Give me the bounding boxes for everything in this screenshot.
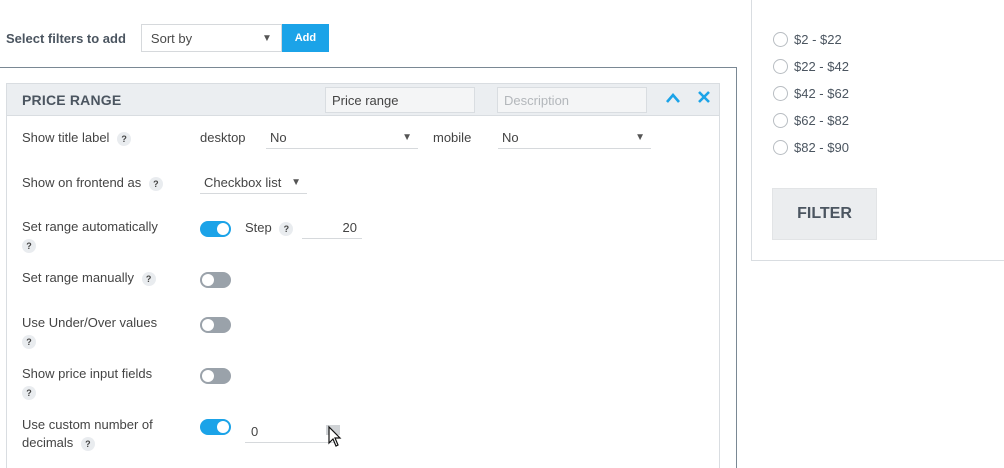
frontend-type-select[interactable]: Checkbox list ▼ bbox=[200, 172, 307, 194]
filter-button[interactable]: FILTER bbox=[772, 188, 877, 240]
panel-header: PRICE RANGE Price range Description bbox=[7, 84, 719, 116]
show-title-label-row: Show title label ? bbox=[22, 129, 132, 147]
frontend-type-value: Checkbox list bbox=[204, 175, 282, 190]
price-option-4[interactable]: $62 - $82 bbox=[773, 113, 849, 128]
help-icon[interactable]: ? bbox=[117, 131, 132, 146]
custom-decimals-toggle[interactable] bbox=[200, 419, 231, 435]
desktop-select[interactable]: No ▼ bbox=[266, 127, 418, 149]
price-option-label: $22 - $42 bbox=[794, 59, 849, 74]
select-filters-label: Select filters to add bbox=[6, 30, 126, 46]
description-input[interactable]: Description bbox=[497, 87, 647, 113]
price-option-label: $2 - $22 bbox=[794, 32, 842, 47]
price-option-label: $82 - $90 bbox=[794, 140, 849, 155]
price-range-panel: PRICE RANGE Price range Description Show… bbox=[6, 83, 720, 468]
use-under-over-text: Use Under/Over values bbox=[22, 315, 158, 330]
help-icon[interactable]: ? bbox=[22, 385, 36, 400]
mobile-label: mobile bbox=[433, 130, 472, 145]
mouse-cursor-icon bbox=[326, 425, 342, 450]
step-input[interactable]: 20 bbox=[302, 217, 362, 239]
show-price-inputs-row: Show price input fields ? bbox=[22, 365, 152, 401]
help-icon[interactable]: ? bbox=[22, 334, 36, 349]
mobile-select-value: No bbox=[502, 130, 519, 145]
price-option-3[interactable]: $42 - $62 bbox=[773, 86, 849, 101]
step-label-group: Step ? bbox=[245, 220, 294, 236]
help-icon[interactable]: ? bbox=[148, 176, 163, 191]
show-title-label-text: Show title label bbox=[22, 130, 110, 145]
filter-preview-box: $2 - $22 $22 - $42 $42 - $62 $62 - $82 $… bbox=[751, 0, 1004, 261]
radio-icon[interactable] bbox=[773, 86, 788, 101]
price-option-5[interactable]: $82 - $90 bbox=[773, 140, 849, 155]
price-option-2[interactable]: $22 - $42 bbox=[773, 59, 849, 74]
radio-icon[interactable] bbox=[773, 32, 788, 47]
radio-icon[interactable] bbox=[773, 113, 788, 128]
price-option-1[interactable]: $2 - $22 bbox=[773, 32, 842, 47]
filter-toolbar: Select filters to add Sort by ▼ Add bbox=[6, 24, 329, 52]
show-on-frontend-row: Show on frontend as ? bbox=[22, 174, 163, 192]
radio-icon[interactable] bbox=[773, 140, 788, 155]
set-range-auto-toggle[interactable] bbox=[200, 221, 231, 237]
desktop-label: desktop bbox=[200, 130, 246, 145]
custom-decimals-text-2: decimals bbox=[22, 435, 74, 450]
desktop-select-value: No bbox=[270, 130, 287, 145]
step-label: Step bbox=[245, 220, 272, 235]
dropdown-caret-icon: ▼ bbox=[262, 33, 272, 44]
help-icon[interactable]: ? bbox=[141, 271, 156, 286]
panel-title: PRICE RANGE bbox=[22, 92, 122, 108]
set-range-manual-row: Set range manually ? bbox=[22, 269, 156, 287]
help-icon[interactable]: ? bbox=[80, 436, 95, 451]
price-option-label: $62 - $82 bbox=[794, 113, 849, 128]
decimals-input[interactable]: 0 bbox=[245, 421, 335, 443]
set-range-manual-toggle[interactable] bbox=[200, 272, 231, 288]
help-icon[interactable]: ? bbox=[279, 221, 294, 236]
custom-decimals-text-1: Use custom number of bbox=[22, 417, 153, 432]
dropdown-caret-icon: ▼ bbox=[635, 132, 645, 143]
set-range-auto-row: Set range automatically ? bbox=[22, 218, 158, 254]
dropdown-caret-icon: ▼ bbox=[291, 177, 301, 188]
show-price-inputs-toggle[interactable] bbox=[200, 368, 231, 384]
dropdown-caret-icon: ▼ bbox=[402, 132, 412, 143]
show-on-frontend-text: Show on frontend as bbox=[22, 175, 142, 190]
show-price-inputs-text: Show price input fields bbox=[22, 366, 153, 381]
close-icon[interactable] bbox=[695, 90, 713, 108]
use-under-over-toggle[interactable] bbox=[200, 317, 231, 333]
set-range-auto-text: Set range automatically bbox=[22, 219, 158, 234]
radio-icon[interactable] bbox=[773, 59, 788, 74]
sort-by-value: Sort by bbox=[150, 30, 193, 46]
add-filter-button[interactable]: Add bbox=[281, 24, 329, 52]
chevron-up-icon[interactable] bbox=[664, 90, 682, 108]
use-under-over-row: Use Under/Over values ? bbox=[22, 314, 157, 350]
title-input[interactable]: Price range bbox=[325, 87, 475, 113]
help-icon[interactable]: ? bbox=[22, 238, 36, 253]
mobile-select[interactable]: No ▼ bbox=[498, 127, 651, 149]
sort-by-select[interactable]: Sort by ▼ bbox=[140, 24, 282, 52]
price-option-label: $42 - $62 bbox=[794, 86, 849, 101]
custom-decimals-row: Use custom number of decimals ? bbox=[22, 416, 153, 452]
set-range-manual-text: Set range manually bbox=[22, 270, 135, 285]
